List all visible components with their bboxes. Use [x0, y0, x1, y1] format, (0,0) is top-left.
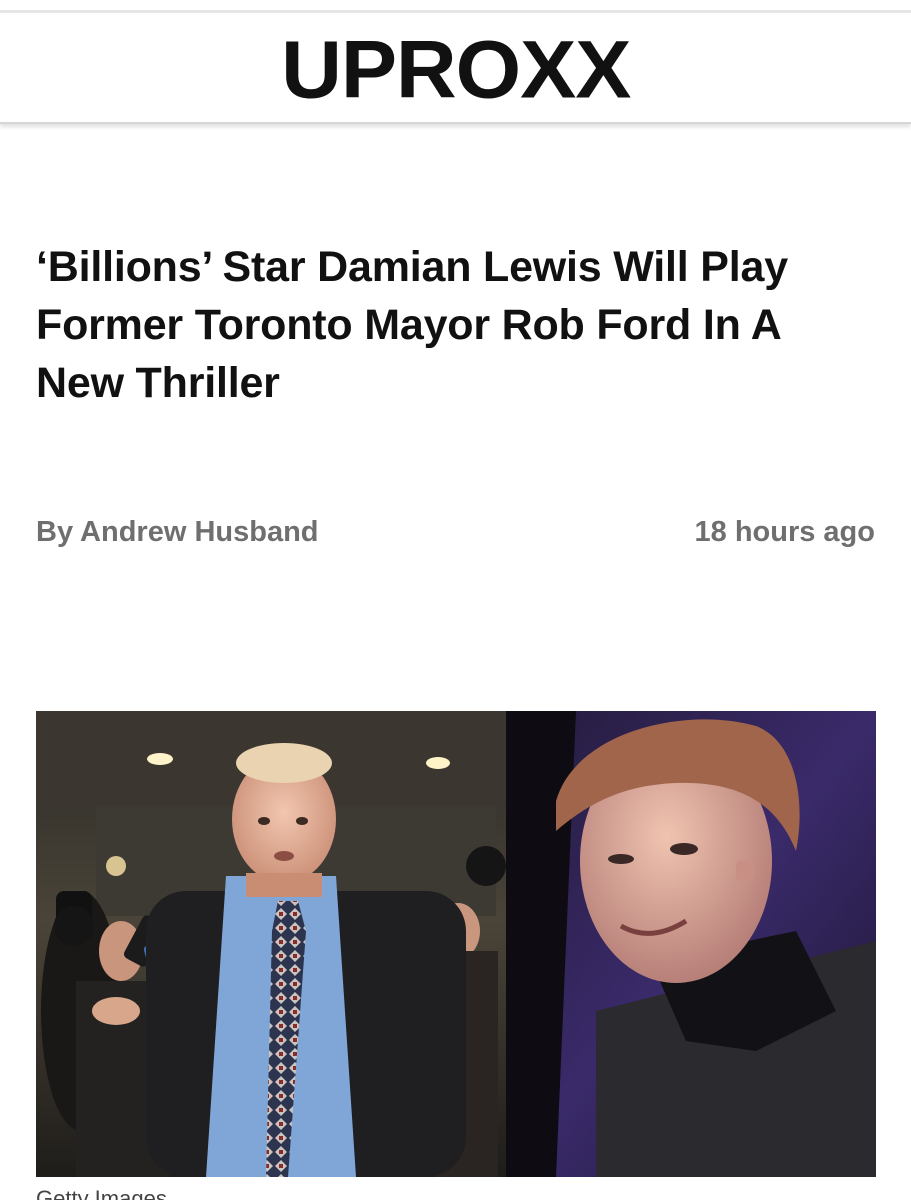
byline-row: By Andrew Husband 18 hours ago — [36, 512, 875, 552]
site-header: UPROXX — [0, 13, 911, 124]
uproxx-logo[interactable]: UPROXX — [281, 28, 631, 110]
article-headline: ‘Billions’ Star Damian Lewis Will Play F… — [36, 243, 788, 407]
article-page: UPROXX ‘Billions’ Star Damian Lewis Will… — [0, 0, 911, 1200]
image-caption: Getty Images — [36, 1186, 167, 1200]
hero-image[interactable] — [36, 711, 876, 1177]
author-byline[interactable]: By Andrew Husband — [36, 516, 319, 549]
hero-photo-composite — [36, 711, 876, 1177]
publish-timestamp: 18 hours ago — [694, 515, 876, 548]
